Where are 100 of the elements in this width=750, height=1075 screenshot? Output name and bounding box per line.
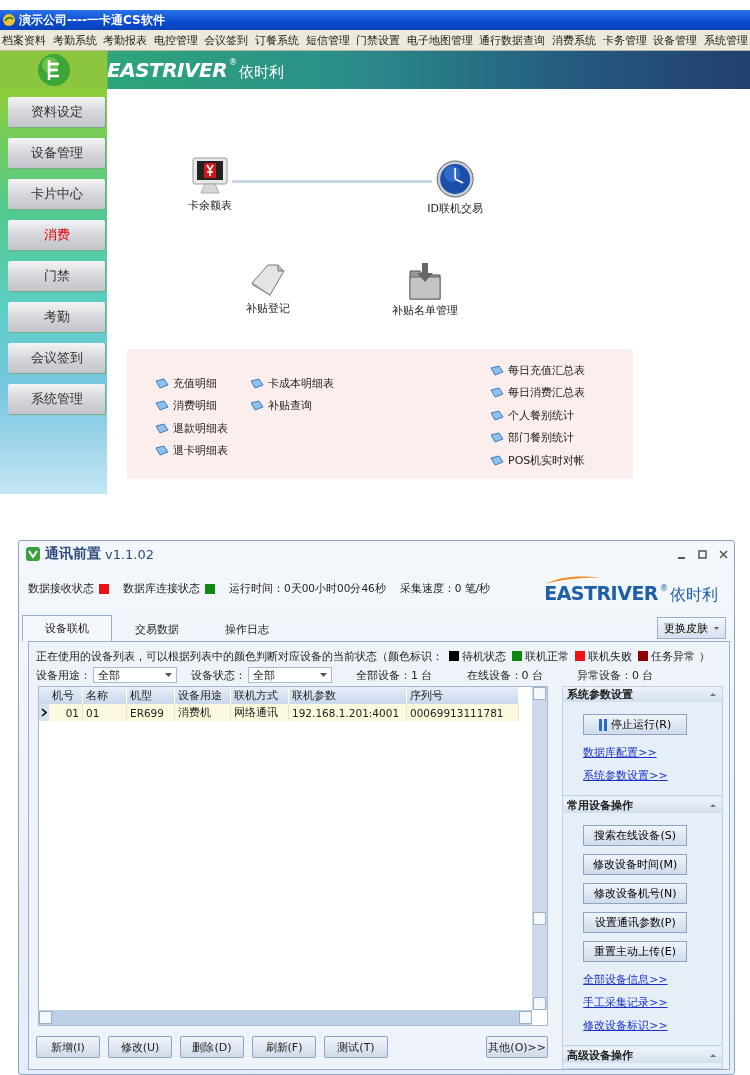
table-cell: 消费机 — [175, 704, 231, 721]
section-header[interactable]: 系统参数设置 — [563, 687, 722, 702]
more-button[interactable]: 其他(O)>> — [486, 1036, 549, 1058]
shortcut-label[interactable]: 补贴登记 — [246, 301, 290, 316]
section-header[interactable]: 高级设备操作 — [563, 1048, 722, 1063]
shortcut-label[interactable]: 卡余额表 — [188, 198, 232, 213]
sidebar-item[interactable]: 会议签到 — [8, 343, 105, 373]
section-header[interactable]: 常用设备操作 — [563, 798, 722, 813]
column-header[interactable]: 设备用途 — [175, 687, 231, 704]
menu-item[interactable]: 设备管理 — [653, 32, 698, 48]
menu-item[interactable]: 电子地图管理 — [406, 32, 473, 48]
column-header[interactable]: 机型 — [127, 687, 175, 704]
sidebar-item[interactable]: 消费 — [8, 220, 105, 250]
shortcut-label[interactable]: ID联机交易 — [427, 201, 483, 216]
horizontal-scrollbar[interactable] — [39, 1010, 533, 1025]
registered-mark: ® — [229, 58, 238, 67]
settings-link[interactable]: 手工采集记录>> — [583, 995, 668, 1010]
column-header[interactable]: 序列号 — [407, 687, 519, 704]
window-title: 通讯前置 — [45, 545, 101, 563]
sidebar-item[interactable]: 门禁 — [8, 261, 105, 291]
skin-button[interactable]: 更换皮肤 — [657, 617, 726, 639]
sidebar-item[interactable]: 资料设定 — [8, 97, 105, 127]
table-cell: ER699 — [127, 704, 175, 721]
filter-dropdown[interactable]: 全部 — [93, 667, 177, 683]
dropdown-arrow-icon — [320, 673, 327, 677]
menu-item[interactable]: 系统管理 — [703, 32, 748, 48]
card-icon — [250, 400, 264, 412]
card-icon — [490, 387, 504, 399]
tab[interactable]: 操作日志 — [202, 617, 292, 641]
report-link[interactable]: 每日消费汇总表 — [508, 385, 585, 401]
menu-item[interactable]: 订餐系统 — [255, 32, 300, 48]
command-button[interactable]: 修改设备机号(N) — [583, 883, 688, 904]
settings-link[interactable]: 数据库配置>> — [583, 745, 657, 760]
settings-link[interactable]: 全部设备信息>> — [583, 972, 668, 987]
caret-icon — [710, 1054, 716, 1057]
report-link[interactable]: 每日充值汇总表 — [508, 362, 585, 378]
report-link[interactable]: 充值明细 — [173, 375, 217, 391]
tab[interactable]: 设备联机 — [22, 615, 112, 641]
brand-name: EASTRIVER — [107, 58, 228, 82]
report-link[interactable]: 部门餐别统计 — [508, 430, 574, 446]
column-header[interactable]: 机号 — [49, 687, 83, 704]
column-header[interactable]: 名称 — [83, 687, 127, 704]
device-count: 异常设备：0 台 — [577, 667, 654, 683]
filter-label: 设备用途： — [36, 667, 91, 683]
row-selector[interactable] — [39, 704, 49, 721]
command-button[interactable]: 设置通讯参数(P) — [583, 912, 688, 933]
command-button[interactable]: 重置主动上传(E) — [583, 941, 688, 962]
brand-chinese-name: 依时利 — [239, 63, 285, 82]
menu-item[interactable]: 通行数据查询 — [479, 32, 546, 48]
vertical-scrollbar[interactable] — [532, 687, 548, 1010]
sidebar-item[interactable]: 设备管理 — [8, 138, 105, 168]
column-header[interactable]: 联机参数 — [289, 687, 407, 704]
report-link[interactable]: POS机实时对帐 — [508, 452, 586, 468]
menu-item[interactable]: 会议签到 — [204, 32, 249, 48]
filter-dropdown[interactable]: 全部 — [248, 667, 332, 683]
shortcut-label[interactable]: 补贴名单管理 — [392, 303, 458, 318]
tab[interactable]: 交易数据 — [112, 617, 202, 641]
settings-link[interactable]: 系统参数设置>> — [583, 768, 668, 783]
action-button[interactable]: 刷新(F) — [252, 1036, 316, 1058]
menu-item[interactable]: 短信管理 — [305, 32, 350, 48]
close-icon[interactable] — [719, 549, 728, 559]
status-label: 数据接收状态 — [28, 582, 94, 596]
card-icon — [155, 400, 169, 412]
menu-item[interactable]: 门禁设置 — [356, 32, 401, 48]
command-button[interactable]: 搜索在线设备(S) — [583, 825, 688, 846]
action-button[interactable]: 删除(D) — [180, 1036, 244, 1058]
legend-label: 待机状态 — [462, 648, 506, 664]
action-button[interactable]: 测试(T) — [324, 1036, 388, 1058]
menu-item[interactable]: 考勤系统 — [52, 32, 97, 48]
brand-name: EASTRIVER — [544, 584, 658, 603]
sidebar-item[interactable]: 考勤 — [8, 302, 105, 332]
menu-item[interactable]: 考勤报表 — [103, 32, 148, 48]
command-button[interactable]: 修改设备时间(M) — [583, 854, 688, 875]
sidebar-item[interactable]: 卡片中心 — [8, 179, 105, 209]
report-link[interactable]: 卡成本明细表 — [268, 375, 334, 391]
sidebar-item[interactable]: 系统管理 — [8, 384, 105, 414]
legend-text: 正在使用的设备列表，可以根据列表中的颜色判断对应设备的当前状态（颜色标识： — [36, 648, 443, 664]
menu-item[interactable]: 档案资料 — [2, 32, 46, 48]
column-header[interactable]: 联机方式 — [231, 687, 289, 704]
menu-item[interactable]: 电控管理 — [153, 32, 198, 48]
action-button[interactable]: 新增(I) — [36, 1036, 100, 1058]
table-cell: 01 — [49, 704, 83, 721]
menu-item[interactable]: 卡务管理 — [602, 32, 647, 48]
table-cell: 01 — [83, 704, 127, 721]
runtime-label: 运行时间：0天00小时00分46秒 — [229, 582, 386, 596]
action-button[interactable]: 修改(U) — [108, 1036, 172, 1058]
report-link[interactable]: 消费明细 — [173, 398, 217, 414]
app-icon — [2, 13, 16, 27]
legend-label: 联机正常 — [525, 648, 569, 664]
report-link[interactable]: 退款明细表 — [173, 420, 228, 436]
shield-icon — [25, 546, 41, 562]
report-link[interactable]: 补贴查询 — [268, 398, 312, 414]
report-link[interactable]: 个人餐别统计 — [508, 407, 574, 423]
card-icon — [490, 364, 504, 376]
settings-link[interactable]: 修改设备标识>> — [583, 1018, 668, 1033]
status-label: 数据库连接状态 — [123, 582, 200, 596]
command-button[interactable]: 停止运行(R) — [583, 714, 688, 735]
menu-item[interactable]: 消费系统 — [552, 32, 597, 48]
report-link[interactable]: 退卡明细表 — [173, 443, 228, 459]
maximize-icon[interactable] — [698, 549, 707, 559]
